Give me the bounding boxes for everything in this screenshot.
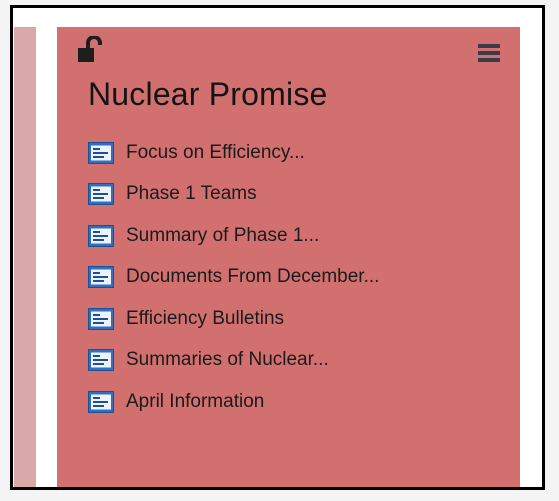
document-icon bbox=[88, 266, 114, 289]
list-item-label[interactable]: April Information bbox=[126, 391, 264, 413]
adjacent-panel-edge bbox=[14, 27, 36, 487]
list-item[interactable]: Documents From December... bbox=[88, 257, 379, 299]
document-link-list: Focus on Efficiency... Phase 1 Teams Sum… bbox=[88, 132, 379, 423]
document-icon bbox=[88, 307, 114, 330]
list-item-label[interactable]: Efficiency Bulletins bbox=[126, 308, 284, 330]
panel-title: Nuclear Promise bbox=[88, 76, 328, 112]
list-item[interactable]: Summaries of Nuclear... bbox=[88, 340, 379, 382]
document-icon bbox=[88, 141, 114, 164]
document-icon bbox=[88, 224, 114, 247]
list-item[interactable]: Efficiency Bulletins bbox=[88, 298, 379, 340]
hamburger-menu-icon[interactable] bbox=[478, 43, 502, 63]
list-item[interactable]: Summary of Phase 1... bbox=[88, 215, 379, 257]
list-item-label[interactable]: Focus on Efficiency... bbox=[126, 142, 305, 164]
document-icon bbox=[88, 183, 114, 206]
list-item[interactable]: April Information bbox=[88, 381, 379, 423]
document-icon bbox=[88, 349, 114, 372]
unlocked-padlock-icon[interactable] bbox=[77, 35, 107, 64]
list-item-label[interactable]: Documents From December... bbox=[126, 266, 379, 288]
list-item[interactable]: Phase 1 Teams bbox=[88, 174, 379, 216]
document-icon bbox=[88, 390, 114, 413]
list-item-label[interactable]: Phase 1 Teams bbox=[126, 183, 257, 205]
list-item[interactable]: Focus on Efficiency... bbox=[88, 132, 379, 174]
list-item-label[interactable]: Summaries of Nuclear... bbox=[126, 349, 329, 371]
list-item-label[interactable]: Summary of Phase 1... bbox=[126, 225, 319, 247]
